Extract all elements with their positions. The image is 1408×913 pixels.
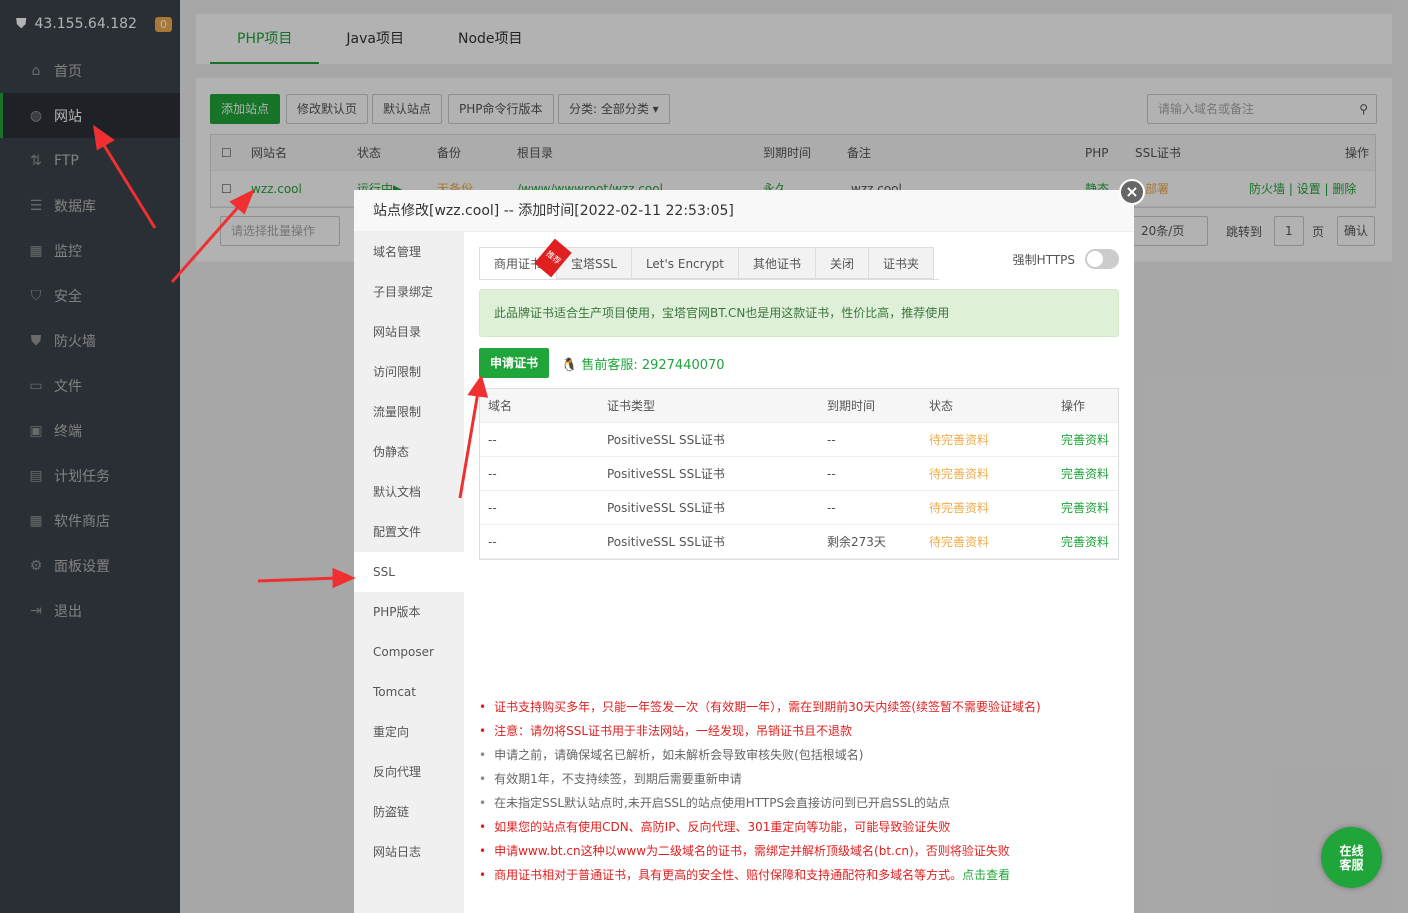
note-text: 申请之前，请确保域名已解析，如未解析会导致审核失败(包括根域名) xyxy=(494,748,864,762)
note-text: 在未指定SSL默认站点时,未开启SSL的站点使用HTTPS会直接访问到已开启SS… xyxy=(494,796,950,810)
modal-nav-item[interactable]: 域名管理 xyxy=(354,232,464,272)
cert-col-header: 状态 xyxy=(929,399,954,413)
cert-type: PositiveSSL SSL证书 xyxy=(607,501,725,515)
note-text: 证书支持购买多年，只能一年签发一次（有效期一年），需在到期前30天内续签(续签暂… xyxy=(494,700,1041,714)
cert-type: PositiveSSL SSL证书 xyxy=(607,433,725,447)
info-alert: 此品牌证书适合生产项目使用，宝塔官网BT.CN也是用这款证书，性价比高，推荐使用 xyxy=(479,289,1119,337)
cert-col-header: 操作 xyxy=(1061,399,1086,413)
cert-status: 待完善资料 xyxy=(929,501,990,515)
presales-service[interactable]: 🐧 售前客服: 2927440070 xyxy=(561,354,725,373)
view-details-link[interactable]: 点击查看 xyxy=(962,868,1010,882)
close-icon[interactable]: × xyxy=(1119,179,1145,205)
modal-nav-item[interactable]: Tomcat xyxy=(354,672,464,712)
note-text: 有效期1年，不支持续签，到期后需要重新申请 xyxy=(494,772,742,786)
note-item: 申请www.bt.cn这种以www为二级域名的证书，需绑定并解析顶级域名(bt.… xyxy=(479,839,1041,863)
cert-domain: -- xyxy=(488,466,497,481)
qq-icon: 🐧 xyxy=(561,358,578,373)
cert-col-header: 到期时间 xyxy=(827,399,876,413)
modal-title: 站点修改[wzz.cool] -- 添加时间[2022-02-11 22:53:… xyxy=(354,190,1134,232)
cert-status: 待完善资料 xyxy=(929,433,990,447)
cert-action[interactable]: 完善资料 xyxy=(1061,533,1109,550)
cert-col-header: 证书类型 xyxy=(607,399,656,413)
force-https-toggle[interactable] xyxy=(1085,249,1119,269)
table-row: -- PositiveSSL SSL证书 -- 待完善资料 完善资料 xyxy=(480,457,1118,491)
force-https: 强制HTTPS xyxy=(1013,249,1119,269)
note-text: 注意：请勿将SSL证书用于非法网站，一经发现，吊销证书且不退款 xyxy=(494,724,853,738)
ssl-tab[interactable]: 商用证书 推荐 xyxy=(479,238,572,280)
note-item: 商用证书相对于普通证书，具有更高的安全性、赔付保障和支持通配符和多域名等方式。点… xyxy=(479,863,1041,887)
cert-status: 待完善资料 xyxy=(929,467,990,481)
table-row: -- PositiveSSL SSL证书 -- 待完善资料 完善资料 xyxy=(480,423,1118,457)
cert-status: 待完善资料 xyxy=(929,535,990,549)
ssl-tabs: 商用证书 推荐 宝塔SSL Let's Encrypt 其他证书 关闭 证书夹 xyxy=(479,238,939,280)
modal-nav-item[interactable]: 默认文档 xyxy=(354,472,464,512)
cert-domain: -- xyxy=(488,432,497,447)
modal-nav-item[interactable]: 访问限制 xyxy=(354,352,464,392)
site-edit-modal: 站点修改[wzz.cool] -- 添加时间[2022-02-11 22:53:… xyxy=(354,190,1134,913)
note-item: 申请之前，请确保域名已解析，如未解析会导致审核失败(包括根域名) xyxy=(479,743,1041,767)
modal-nav-item[interactable]: 子目录绑定 xyxy=(354,272,464,312)
cert-type: PositiveSSL SSL证书 xyxy=(607,467,725,481)
cert-expire: 剩余273天 xyxy=(827,535,886,549)
cert-domain: -- xyxy=(488,534,497,549)
cert-table-header: 域名 证书类型 到期时间 状态 操作 xyxy=(480,389,1118,423)
modal-nav-item[interactable]: 反向代理 xyxy=(354,752,464,792)
ssl-tab[interactable]: 证书夹 xyxy=(868,247,935,279)
modal-nav-item[interactable]: 防盗链 xyxy=(354,792,464,832)
ssl-tab[interactable]: Let's Encrypt xyxy=(630,247,739,279)
note-text: 商用证书相对于普通证书，具有更高的安全性、赔付保障和支持通配符和多域名等方式。 xyxy=(494,868,963,882)
ssl-tab[interactable]: 关闭 xyxy=(815,247,869,279)
service-text: 售前客服: 2927440070 xyxy=(581,358,725,373)
modal-nav-item[interactable]: 网站目录 xyxy=(354,312,464,352)
note-item: 证书支持购买多年，只能一年签发一次（有效期一年），需在到期前30天内续签(续签暂… xyxy=(479,695,1041,719)
modal-nav-item[interactable]: 配置文件 xyxy=(354,512,464,552)
modal-nav-item[interactable]: 伪静态 xyxy=(354,432,464,472)
cert-action[interactable]: 完善资料 xyxy=(1061,499,1109,516)
apply-certificate-button[interactable]: 申请证书 xyxy=(479,348,549,378)
chat-line2: 客服 xyxy=(1339,858,1364,872)
force-https-label: 强制HTTPS xyxy=(1012,252,1075,267)
chat-line1: 在线 xyxy=(1339,844,1364,858)
modal-nav-item[interactable]: Composer xyxy=(354,632,464,672)
cert-action[interactable]: 完善资料 xyxy=(1061,431,1109,448)
cert-expire: -- xyxy=(827,432,836,447)
cert-expire: -- xyxy=(827,466,836,481)
table-row: -- PositiveSSL SSL证书 剩余273天 待完善资料 完善资料 xyxy=(480,525,1118,559)
note-text: 申请www.bt.cn这种以www为二级域名的证书，需绑定并解析顶级域名(bt.… xyxy=(494,844,1010,858)
modal-nav-item[interactable]: PHP版本 xyxy=(354,592,464,632)
certificate-table: 域名 证书类型 到期时间 状态 操作 -- PositiveSSL SSL证书 -- 待完善资料… xyxy=(479,388,1119,560)
note-item: 在未指定SSL默认站点时,未开启SSL的站点使用HTTPS会直接访问到已开启SS… xyxy=(479,791,1041,815)
cert-action[interactable]: 完善资料 xyxy=(1061,465,1109,482)
cert-domain: -- xyxy=(488,500,497,515)
online-service-button[interactable]: 在线 客服 xyxy=(1321,827,1382,888)
cert-expire: -- xyxy=(827,500,836,515)
modal-nav: 域名管理 子目录绑定 网站目录 访问限制 流量限制 伪静态 默认文档 配置文件 SSL PHP版本… xyxy=(354,232,464,913)
note-text: 如果您的站点有使用CDN、高防IP、反向代理、301重定向等功能，可能导致验证失… xyxy=(494,820,951,834)
cert-type: PositiveSSL SSL证书 xyxy=(607,535,725,549)
note-item: 注意：请勿将SSL证书用于非法网站，一经发现，吊销证书且不退款 xyxy=(479,719,1041,743)
ssl-tab[interactable]: 其他证书 xyxy=(738,247,816,279)
note-item: 有效期1年，不支持续签，到期后需要重新申请 xyxy=(479,767,1041,791)
modal-nav-item[interactable]: 重定向 xyxy=(354,712,464,752)
cert-col-header: 域名 xyxy=(488,399,513,413)
table-row: -- PositiveSSL SSL证书 -- 待完善资料 完善资料 xyxy=(480,491,1118,525)
modal-nav-item[interactable]: SSL xyxy=(354,552,464,592)
note-item: 如果您的站点有使用CDN、高防IP、反向代理、301重定向等功能，可能导致验证失… xyxy=(479,815,1041,839)
modal-nav-item[interactable]: 网站日志 xyxy=(354,832,464,872)
notes-list: 证书支持购买多年，只能一年签发一次（有效期一年），需在到期前30天内续签(续签暂… xyxy=(479,695,1041,887)
modal-nav-item[interactable]: 流量限制 xyxy=(354,392,464,432)
